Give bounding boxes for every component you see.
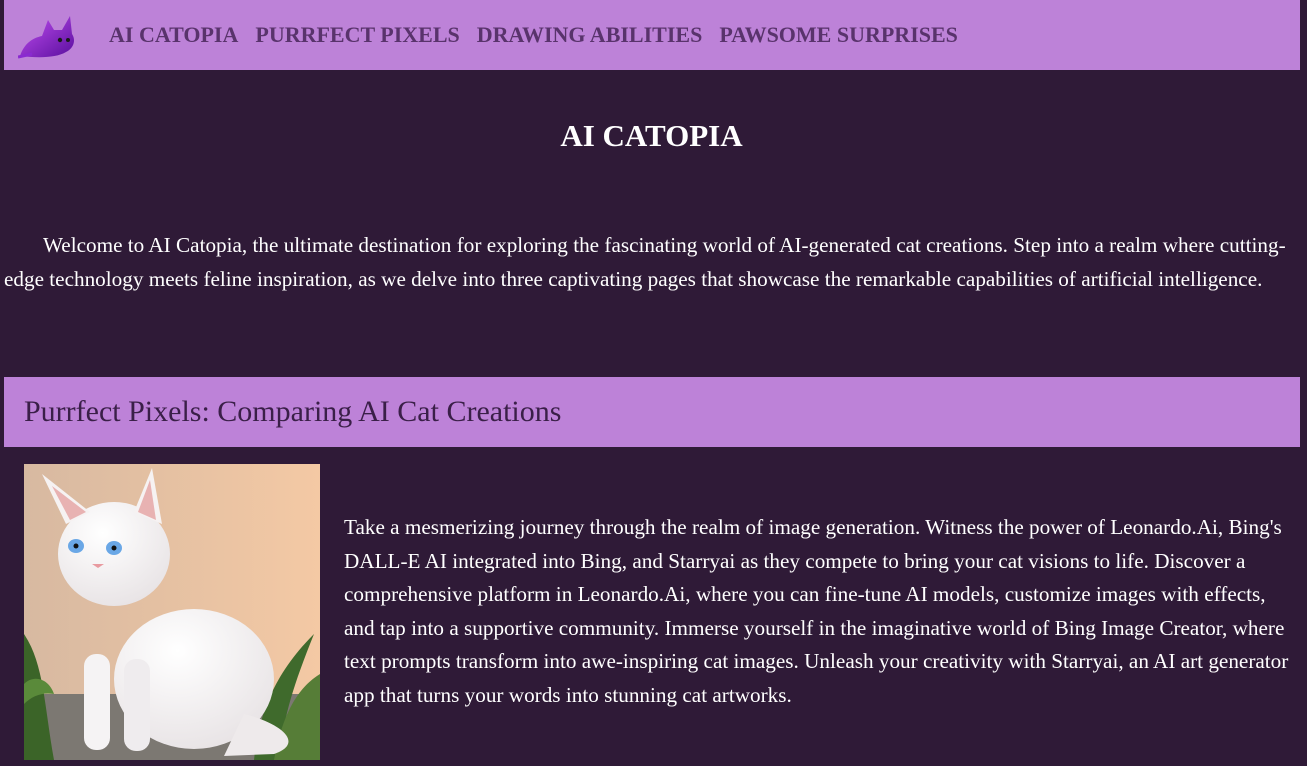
purple-cat-logo-icon[interactable] <box>17 10 78 60</box>
nav-link-drawing-abilities[interactable]: DRAWING ABILITIES <box>477 22 703 48</box>
page-title: AI CATOPIA <box>560 118 743 153</box>
section-header-bar: Purrfect Pixels: Comparing AI Cat Creati… <box>4 377 1300 447</box>
nav-link-ai-catopia[interactable]: AI CATOPIA <box>109 22 238 48</box>
section-body-text: Take a mesmerizing journey through the r… <box>344 515 1289 707</box>
nav-links: AI CATOPIA PURRFECT PIXELS DRAWING ABILI… <box>109 0 975 70</box>
top-navbar: AI CATOPIA PURRFECT PIXELS DRAWING ABILI… <box>4 0 1300 70</box>
nav-link-pawsome-surprises[interactable]: PAWSOME SURPRISES <box>719 22 958 48</box>
section-title: Purrfect Pixels: Comparing AI Cat Creati… <box>24 395 562 428</box>
nav-link-purrfect-pixels[interactable]: PURRFECT PIXELS <box>255 22 459 48</box>
white-cat-image <box>24 464 320 760</box>
intro-paragraph: Welcome to AI Catopia, the ultimate dest… <box>4 233 1286 291</box>
